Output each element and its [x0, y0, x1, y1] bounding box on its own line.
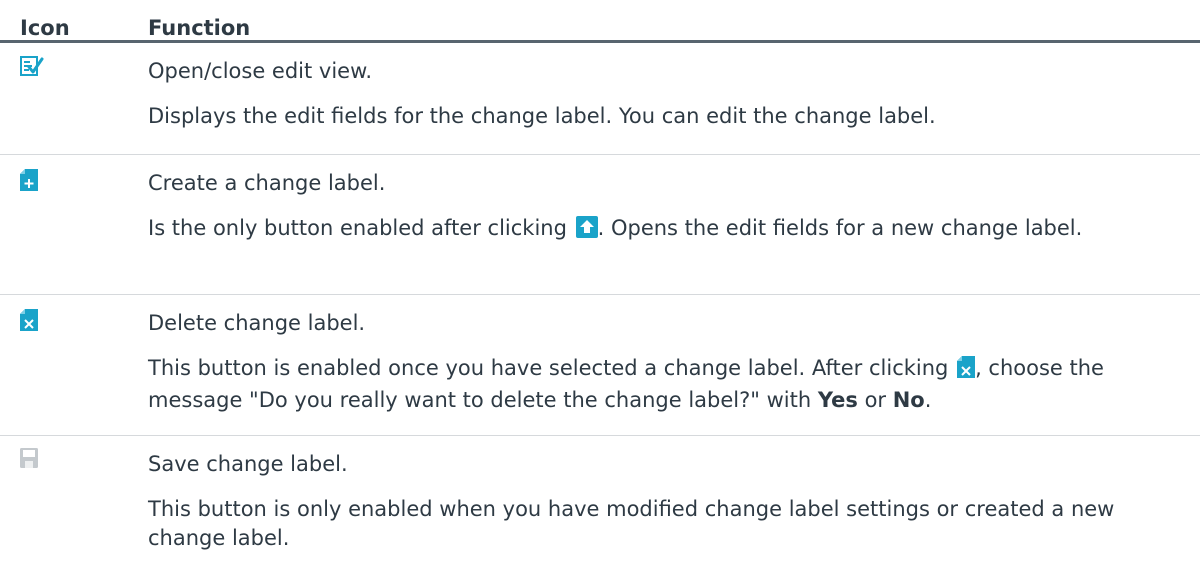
table-row: Create a change label. Is the only butto…	[0, 155, 1200, 295]
delete-label-icon	[957, 356, 976, 386]
table-row: Save change label. This button is only e…	[0, 436, 1200, 576]
icon-function-table: Icon Function Open/close edit view. Disp…	[0, 0, 1200, 576]
row-title: Delete change label.	[148, 311, 366, 335]
row-description: This button is enabled once you have sel…	[148, 356, 1104, 412]
no-option: No	[892, 388, 925, 412]
row-description: Displays the edit fields for the change …	[148, 104, 936, 128]
delete-label-icon	[20, 309, 50, 335]
table-row: Delete change label. This button is enab…	[0, 295, 1200, 436]
upload-arrow-icon	[575, 216, 598, 246]
row-title: Create a change label.	[148, 171, 386, 195]
save-icon	[20, 448, 50, 472]
yes-option: Yes	[817, 388, 858, 412]
header-function-column: Function	[148, 16, 251, 40]
row-title: Open/close edit view.	[148, 59, 373, 83]
create-label-icon	[20, 169, 50, 195]
table-header: Icon Function	[0, 0, 1200, 43]
header-icon-column: Icon	[20, 16, 70, 40]
edit-view-icon	[20, 55, 50, 81]
table-row: Open/close edit view. Displays the edit …	[0, 43, 1200, 155]
row-description: This button is only enabled when you hav…	[148, 497, 1115, 550]
row-title: Save change label.	[148, 452, 348, 476]
row-description: Is the only button enabled after clickin…	[148, 214, 1180, 246]
